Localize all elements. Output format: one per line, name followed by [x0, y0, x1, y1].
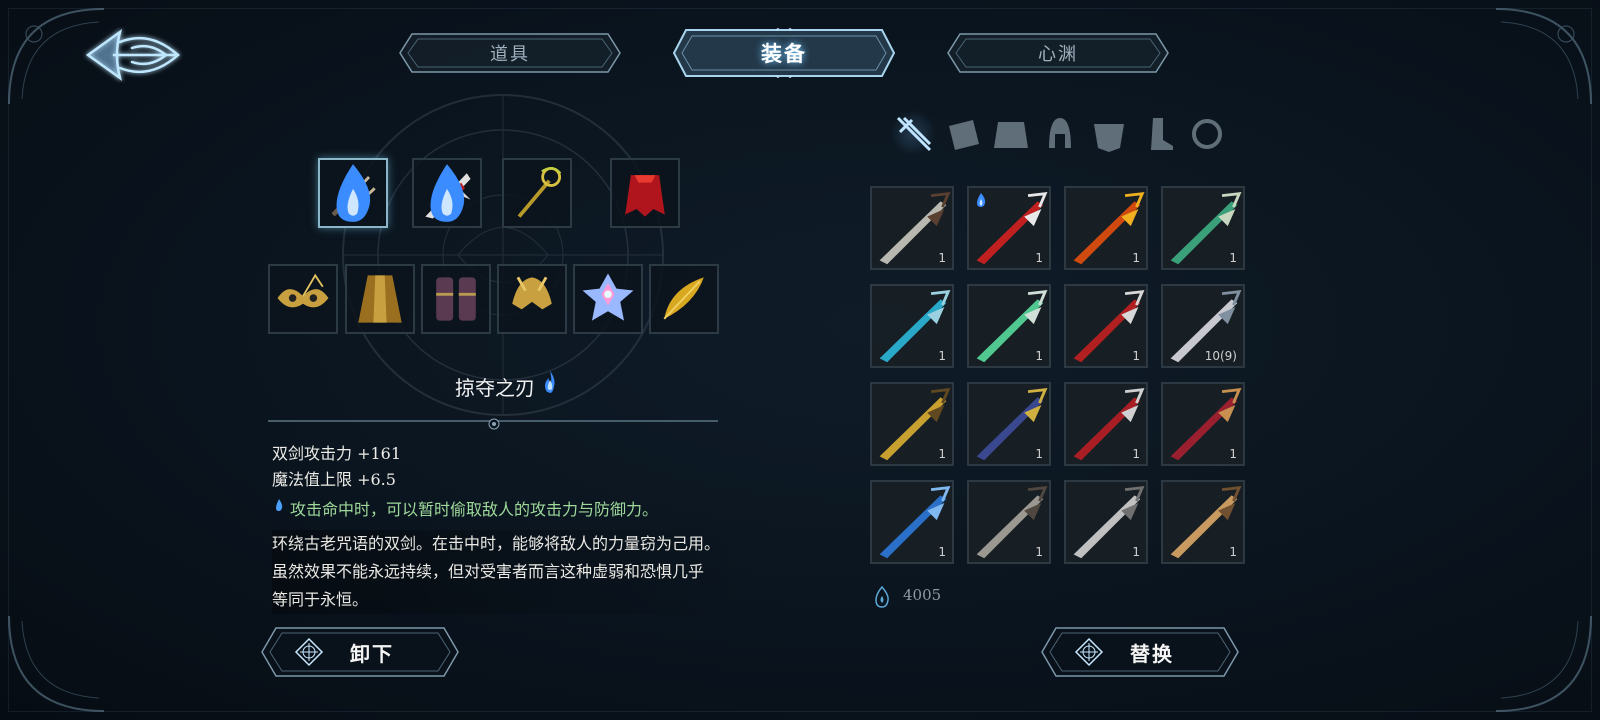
screen-frame — [8, 8, 1592, 712]
item-name: 掠夺之刃 — [455, 376, 535, 400]
stat-line: 魔法值上限 +6.5 — [272, 470, 396, 489]
currency-value: 4005 — [903, 586, 942, 604]
item-count: 1 — [1035, 545, 1043, 559]
item-count: 1 — [938, 545, 946, 559]
corner-ornament-icon — [1486, 606, 1596, 716]
back-arrow-icon[interactable] — [80, 20, 190, 90]
description-line: 等同于永恒。 — [272, 590, 369, 609]
category-tab[interactable] — [1037, 110, 1083, 156]
item-count: 1 — [1229, 251, 1237, 265]
tab-equipment[interactable]: 装备 — [672, 28, 896, 78]
category-tab[interactable] — [939, 110, 985, 156]
inventory-slot[interactable]: 1 — [1064, 480, 1148, 564]
equipped-slot[interactable] — [649, 264, 719, 334]
blue-flame-icon — [336, 164, 371, 222]
blue-flame-icon — [977, 193, 986, 207]
replace-label: 替换 — [1130, 641, 1174, 666]
item-count: 10(9) — [1204, 349, 1237, 363]
golden-feather-icon — [663, 277, 704, 320]
item-count: 1 — [1035, 349, 1043, 363]
equipped-slot[interactable] — [502, 158, 572, 228]
item-count: 1 — [938, 349, 946, 363]
item-count: 1 — [1035, 447, 1043, 461]
description-line: 虽然效果不能永远持续，但对受害者而言这种虚弱和恐惧几乎 — [272, 562, 705, 581]
purple-bracers-icon — [436, 277, 476, 321]
ornament-divider-icon — [268, 418, 718, 430]
armor-category-icon — [994, 122, 1028, 148]
item-count: 1 — [1132, 447, 1140, 461]
category-tab[interactable] — [1086, 110, 1132, 156]
corner-ornament-icon — [1486, 4, 1596, 114]
item-effect: 攻击命中时，可以暂时偷取敌人的攻击力与防御力。 — [290, 500, 659, 519]
inventory-slot[interactable]: 10(9) — [1161, 284, 1245, 368]
boots-category-icon — [1151, 118, 1173, 150]
unequip-button[interactable]: 卸下 — [260, 626, 460, 678]
equipped-slot[interactable] — [345, 264, 415, 334]
inventory-slot[interactable]: 1 — [1064, 284, 1148, 368]
item-description: 环绕古老咒语的双剑。在击中时，能够将敌人的力量窃为己用。 虽然效果不能永远持续，… — [272, 530, 762, 614]
soul-currency-icon — [875, 586, 889, 608]
equipped-slot[interactable] — [421, 264, 491, 334]
item-count: 1 — [1132, 545, 1140, 559]
replace-button[interactable]: 替换 — [1040, 626, 1240, 678]
tab-equipment-label: 装备 — [761, 41, 807, 66]
item-count: 1 — [1132, 251, 1140, 265]
inventory-slot[interactable]: 1 — [1064, 186, 1148, 270]
equipped-slot[interactable] — [610, 158, 680, 228]
item-count: 1 — [1229, 545, 1237, 559]
golden-helm-icon — [512, 276, 552, 310]
inventory-slot[interactable]: 1 — [1161, 480, 1245, 564]
inventory-slot[interactable]: 1 — [870, 186, 954, 270]
corner-ornament-icon — [4, 606, 114, 716]
butterfly-mask-icon — [277, 273, 329, 308]
equipped-slot[interactable] — [268, 264, 338, 334]
category-tab[interactable] — [988, 110, 1034, 156]
inventory-slot[interactable]: 1 — [870, 284, 954, 368]
rune-circle-icon — [338, 90, 668, 420]
inventory-slot[interactable]: 1 — [1161, 382, 1245, 466]
tab-heart-abyss[interactable]: 心渊 — [946, 32, 1170, 74]
red-cape-icon — [625, 175, 665, 217]
helmet-category-icon — [1049, 118, 1071, 148]
tab-heart-abyss-label: 心渊 — [1038, 44, 1078, 65]
inventory-slot[interactable]: 1 — [1161, 186, 1245, 270]
golden-staff-icon — [517, 167, 562, 218]
inventory-slot[interactable]: 1 — [967, 382, 1051, 466]
rune-emblem-icon — [1074, 637, 1104, 667]
item-count: 1 — [938, 447, 946, 461]
ring-category-icon — [1192, 119, 1222, 149]
inventory-slot[interactable]: 1 — [967, 480, 1051, 564]
item-count: 1 — [1229, 447, 1237, 461]
inventory-slot[interactable]: 1 — [967, 186, 1051, 270]
rune-emblem-icon — [294, 637, 324, 667]
inventory-slot[interactable]: 1 — [1064, 382, 1148, 466]
equipped-slot[interactable] — [412, 158, 482, 228]
category-tab[interactable] — [1184, 110, 1230, 156]
cape-category-icon — [949, 120, 979, 150]
equipped-slot[interactable] — [497, 264, 567, 334]
tab-items[interactable]: 道具 — [398, 32, 622, 74]
category-tab[interactable] — [1135, 110, 1181, 156]
unequip-label: 卸下 — [350, 641, 394, 666]
equipped-slot[interactable] — [318, 158, 388, 228]
blue-flame-icon — [276, 499, 283, 511]
equipped-slot[interactable] — [573, 264, 643, 334]
inventory-slot[interactable]: 1 — [870, 382, 954, 466]
inventory-slot[interactable]: 1 — [870, 480, 954, 564]
tab-items-label: 道具 — [490, 44, 530, 65]
crystal-gem-icon — [582, 273, 634, 321]
category-tab[interactable] — [890, 110, 936, 156]
item-count: 1 — [1035, 251, 1043, 265]
stat-line: 双剑攻击力 +161 — [272, 444, 402, 463]
description-line: 环绕古老咒语的双剑。在击中时，能够将敌人的力量窃为己用。 — [272, 534, 721, 553]
blue-flame-icon — [545, 371, 555, 393]
chest-category-icon — [1094, 124, 1124, 152]
blue-flame-icon — [430, 164, 465, 222]
sword-category-icon — [896, 116, 932, 152]
inventory-slot[interactable]: 1 — [967, 284, 1051, 368]
item-count: 1 — [938, 251, 946, 265]
golden-robe-icon — [358, 275, 402, 323]
item-count: 1 — [1132, 349, 1140, 363]
